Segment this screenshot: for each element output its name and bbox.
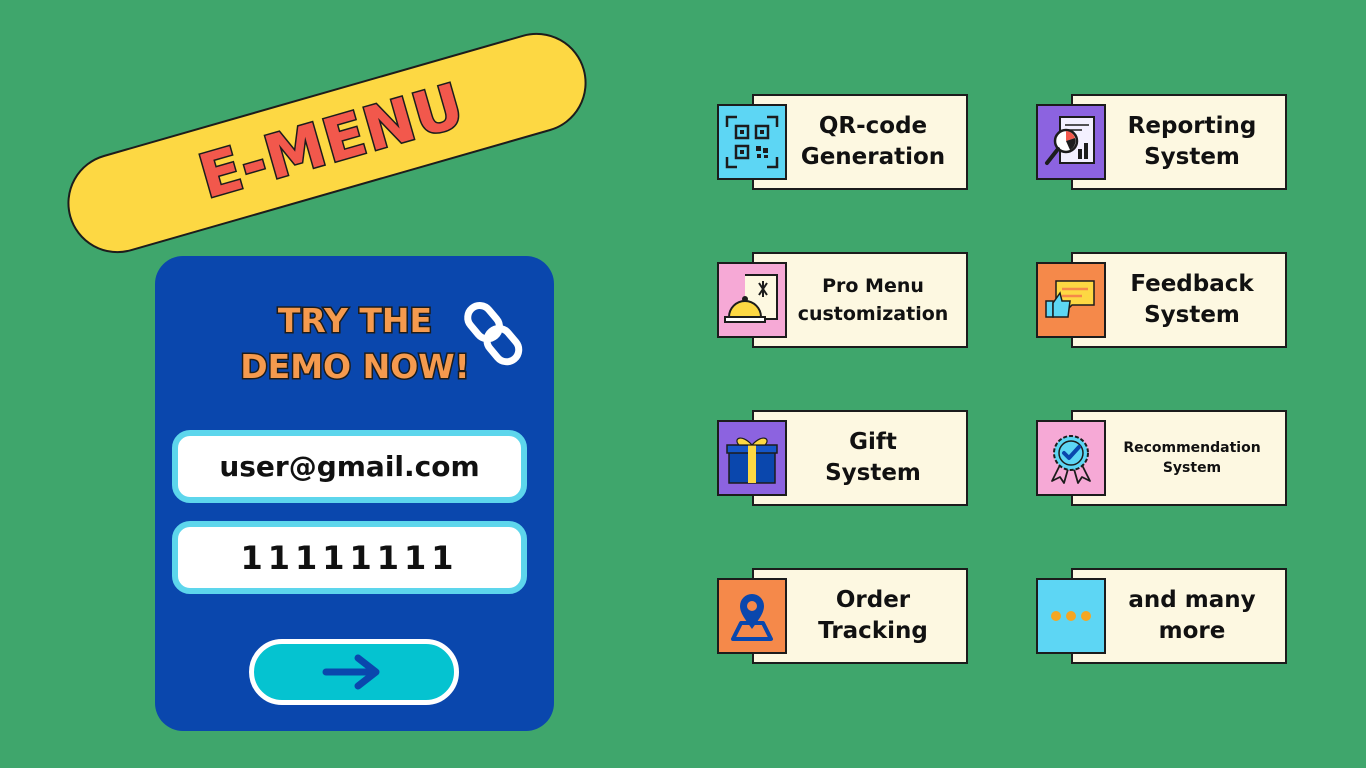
qr-code-icon — [725, 115, 779, 169]
feature-icon-box — [1036, 578, 1106, 654]
feature-label: QR-code Generation — [800, 113, 946, 170]
feature-icon-box — [717, 420, 787, 496]
submit-button[interactable] — [249, 639, 459, 705]
feature-icon-box — [1036, 420, 1106, 496]
feature-icon-box — [717, 104, 787, 180]
map-pin-icon — [731, 594, 773, 641]
feature-label: Recommendation System — [1123, 440, 1261, 476]
link-chain-icon — [464, 302, 523, 366]
brand-banner: E-MENU — [55, 21, 599, 265]
feedback-thumbs-icon — [1045, 280, 1095, 318]
feature-icon-box — [717, 578, 787, 654]
feature-icon-box — [1036, 104, 1106, 180]
feature-gift: Gift System — [717, 410, 969, 506]
feature-label: Reporting System — [1127, 113, 1257, 170]
feature-more: and many more — [1036, 568, 1288, 664]
dots-icon — [1051, 611, 1091, 621]
feature-qr-code: QR-code Generation — [717, 94, 969, 190]
report-magnifier-icon — [1045, 116, 1095, 165]
feature-label: Pro Menu customization — [797, 275, 949, 325]
password-field[interactable]: 11111111 — [172, 521, 527, 594]
feature-order-tracking: Order Tracking — [717, 568, 969, 664]
feature-label: and many more — [1128, 587, 1256, 644]
feature-pro-menu: Pro Menu customization — [717, 252, 969, 348]
feature-label: Feedback System — [1130, 271, 1254, 328]
brand-title: E-MENU — [190, 69, 473, 214]
feature-label: Order Tracking — [818, 587, 928, 644]
demo-login-card: TRY THE DEMO NOW! user@gmail.com 1111111… — [155, 256, 554, 731]
password-value: 11111111 — [240, 538, 459, 577]
email-value: user@gmail.com — [219, 450, 480, 483]
feature-reporting: Reporting System — [1036, 94, 1288, 190]
menu-cloche-icon — [724, 274, 778, 323]
badge-check-icon — [1051, 435, 1091, 484]
feature-icon-box — [717, 262, 787, 338]
gift-box-icon — [726, 437, 778, 484]
email-field[interactable]: user@gmail.com — [172, 430, 527, 503]
feature-icon-box — [1036, 262, 1106, 338]
feature-recommendation: Recommendation System — [1036, 410, 1288, 506]
feature-feedback: Feedback System — [1036, 252, 1288, 348]
arrow-right-icon — [322, 654, 380, 690]
feature-label: Gift System — [825, 429, 921, 486]
